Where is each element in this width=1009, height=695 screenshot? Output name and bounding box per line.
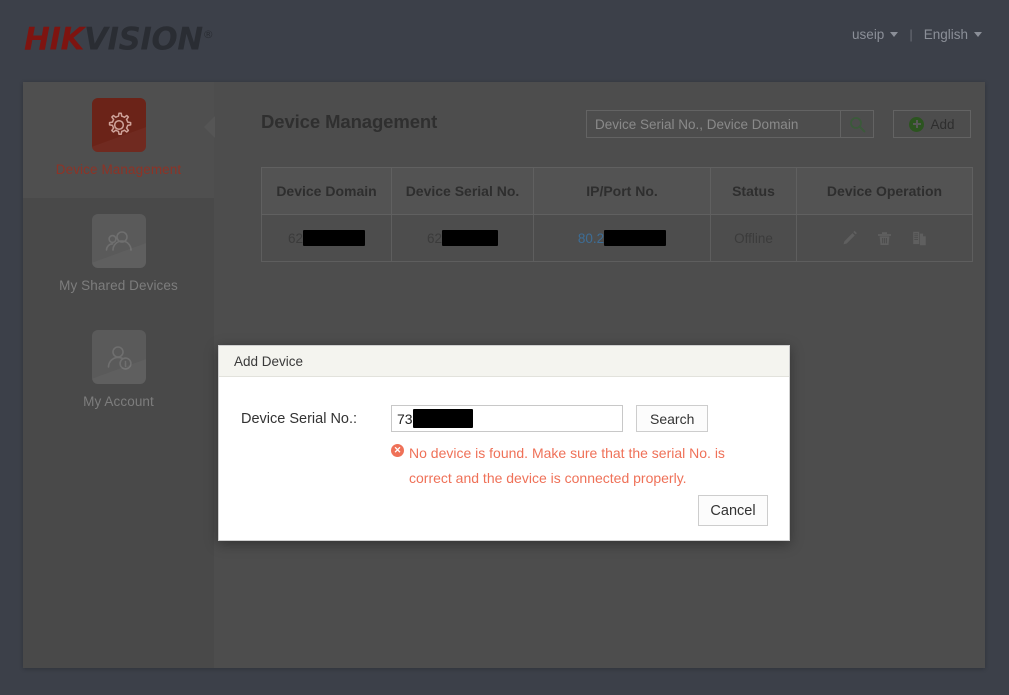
logo-text-hik: HIK [24, 21, 85, 58]
operation-icons [803, 230, 966, 247]
add-device-dialog: Add Device Device Serial No.: 73 Search … [218, 345, 790, 541]
dialog-title: Add Device [234, 353, 304, 369]
sidebar-item-my-account[interactable]: My Account [23, 314, 214, 430]
device-table: Device Domain Device Serial No. IP/Port … [261, 167, 973, 262]
dialog-body: Device Serial No.: 73 Search ✕ No device… [219, 377, 789, 540]
search-box [586, 110, 874, 138]
hikvision-logo: HIKVISION® [24, 16, 214, 58]
search-button[interactable]: Search [636, 405, 709, 432]
header-separator: | [909, 27, 913, 42]
serial-input-value: 73 [397, 410, 413, 427]
dialog-titlebar: Add Device [219, 346, 789, 377]
table-header-row: Device Domain Device Serial No. IP/Port … [261, 167, 973, 215]
edit-icon[interactable] [841, 230, 858, 247]
page-title: Device Management [261, 111, 438, 132]
serial-field-label: Device Serial No.: [241, 410, 358, 427]
copy-icon[interactable] [911, 230, 928, 247]
cell-device-serial: 62 [391, 214, 534, 262]
table-row: 62 62 80.2 Offline [261, 214, 973, 262]
language-menu-label: English [923, 27, 968, 42]
sidebar-item-my-shared-devices[interactable]: My Shared Devices [23, 198, 214, 314]
sidebar-item-device-management[interactable]: Device Management [23, 82, 215, 198]
device-serial-value: 62 [426, 231, 443, 246]
status-badge: Offline [710, 214, 797, 262]
add-button-label: Add [930, 116, 955, 132]
cell-device-operation [796, 214, 973, 262]
account-menu-label: useip [852, 27, 885, 42]
error-circle-x-icon: ✕ [391, 444, 404, 457]
redaction-bar [303, 230, 366, 246]
serial-field-row: Device Serial No.: 73 Search [241, 405, 767, 432]
error-message-row: ✕ No device is found. Make sure that the… [391, 441, 731, 491]
ip-port-value: 80.2 [577, 231, 605, 246]
sidebar-item-label: My Shared Devices [59, 278, 178, 293]
search-icon[interactable] [840, 111, 873, 137]
plus-circle-icon [909, 116, 925, 132]
search-input[interactable] [587, 111, 840, 137]
person-info-icon [91, 330, 146, 384]
chevron-down-icon [974, 32, 982, 37]
gear-icon [91, 98, 146, 152]
header-right-menu: useip | English [843, 27, 991, 42]
sidebar: Device Management My Shared Devices My A… [23, 82, 215, 668]
column-header-device-operation: Device Operation [796, 167, 973, 215]
serial-input[interactable]: 73 [391, 405, 623, 432]
logo-text-vision: VISION [84, 21, 203, 58]
redaction-bar [442, 230, 499, 246]
content-header: Device Management Add [214, 104, 985, 148]
delete-icon[interactable] [876, 230, 893, 247]
language-menu[interactable]: English [915, 27, 991, 42]
sidebar-item-label: My Account [83, 394, 154, 409]
device-domain-value: 62 [287, 231, 304, 246]
error-message-text: No device is found. Make sure that the s… [409, 445, 725, 486]
cancel-button[interactable]: Cancel [698, 495, 768, 526]
cell-device-domain: 62 [261, 214, 392, 262]
cell-ip-port[interactable]: 80.2 [533, 214, 711, 262]
add-device-button[interactable]: Add [893, 110, 971, 138]
column-header-ip-port: IP/Port No. [533, 167, 711, 215]
account-menu[interactable]: useip [843, 27, 907, 42]
redaction-bar [604, 230, 667, 246]
registered-trademark-icon: ® [202, 28, 214, 41]
column-header-device-serial: Device Serial No. [391, 167, 534, 215]
redaction-bar [412, 409, 473, 428]
sidebar-item-label: Device Management [55, 162, 182, 177]
chevron-down-icon [890, 32, 899, 37]
people-icon [91, 214, 146, 268]
top-header: HIKVISION® useip | English [0, 0, 1009, 70]
column-header-status: Status [710, 167, 797, 215]
column-header-device-domain: Device Domain [261, 167, 392, 215]
